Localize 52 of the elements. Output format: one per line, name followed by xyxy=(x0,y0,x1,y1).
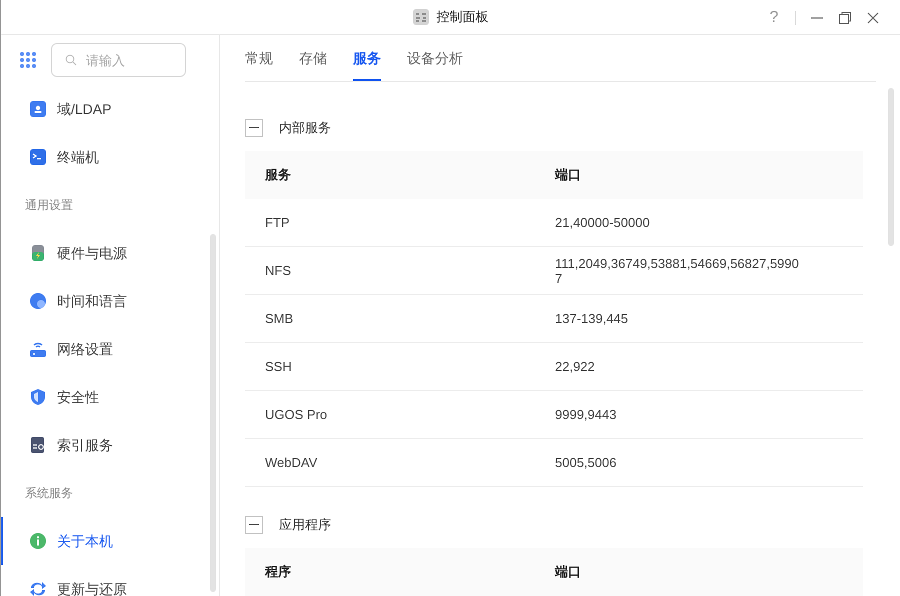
shield-icon xyxy=(29,388,47,406)
section-title: 应用程序 xyxy=(279,516,331,534)
table-cell-text: 111,2049,36749,53881,54669,56827,59907 xyxy=(555,256,800,286)
clock-globe-icon xyxy=(29,292,47,310)
sidebar-item[interactable]: 安全性 xyxy=(1,373,219,421)
search-field[interactable]: 请输入 xyxy=(51,43,186,77)
scrollbar[interactable] xyxy=(210,234,216,592)
table-cell-text: WebDAV xyxy=(265,455,318,470)
tab[interactable]: 存储 xyxy=(299,48,327,81)
battery-icon xyxy=(29,244,47,262)
sidebar-item[interactable]: 更新与还原 xyxy=(1,565,219,596)
scrollbar[interactable] xyxy=(888,88,894,246)
sidebar-item[interactable]: 硬件与电源 xyxy=(1,229,219,277)
column-header: 服务 xyxy=(265,167,291,182)
info-icon xyxy=(29,532,47,550)
column-header: 端口 xyxy=(555,564,581,579)
table-cell-text: UGOS Pro xyxy=(265,407,328,422)
sidebar-item[interactable]: 终端机 xyxy=(1,133,219,181)
sidebar-item[interactable]: 域/LDAP xyxy=(1,85,219,133)
control-panel-icon xyxy=(412,9,428,25)
tab[interactable]: 服务 xyxy=(353,48,381,81)
contact-card-icon xyxy=(29,100,47,118)
table-cell-text: SSH xyxy=(265,359,293,374)
restore-icon[interactable] xyxy=(838,10,852,24)
column-header: 端口 xyxy=(555,167,581,182)
close-icon[interactable] xyxy=(866,10,880,24)
section-title: 内部服务 xyxy=(279,118,331,137)
column-header: 程序 xyxy=(265,564,291,579)
sidebar-item[interactable]: 索引服务 xyxy=(1,421,219,469)
window-title: 控制面板 xyxy=(436,8,488,26)
table-cell-text: FTP xyxy=(265,215,291,230)
table-cell-text: 9999,9443 xyxy=(555,407,618,422)
table-cell-text: 5005,5006 xyxy=(555,455,618,470)
section-header: 系统服务 xyxy=(25,485,73,502)
table-cell-text: NFS xyxy=(265,263,292,278)
tab[interactable]: 常规 xyxy=(245,48,273,81)
app-grid-icon[interactable] xyxy=(19,51,37,69)
table-cell-text: 21,40000-50000 xyxy=(555,215,651,230)
section-header: 通用设置 xyxy=(25,197,73,214)
router-icon xyxy=(29,340,47,358)
terminal-icon xyxy=(29,148,47,166)
index-icon xyxy=(29,436,47,454)
sidebar-item[interactable]: 网络设置 xyxy=(1,325,219,373)
search-icon xyxy=(65,54,77,66)
collapse-button[interactable] xyxy=(245,118,263,136)
sync-icon xyxy=(29,580,47,596)
collapse-button[interactable] xyxy=(245,516,263,534)
sidebar-item[interactable]: 时间和语言 xyxy=(1,277,219,325)
table-cell-text: 22,922 xyxy=(555,359,596,374)
table-cell-text: SMB xyxy=(265,311,294,326)
table-cell-text: 137-139,445 xyxy=(555,311,630,326)
tab[interactable]: 设备分析 xyxy=(407,48,463,81)
